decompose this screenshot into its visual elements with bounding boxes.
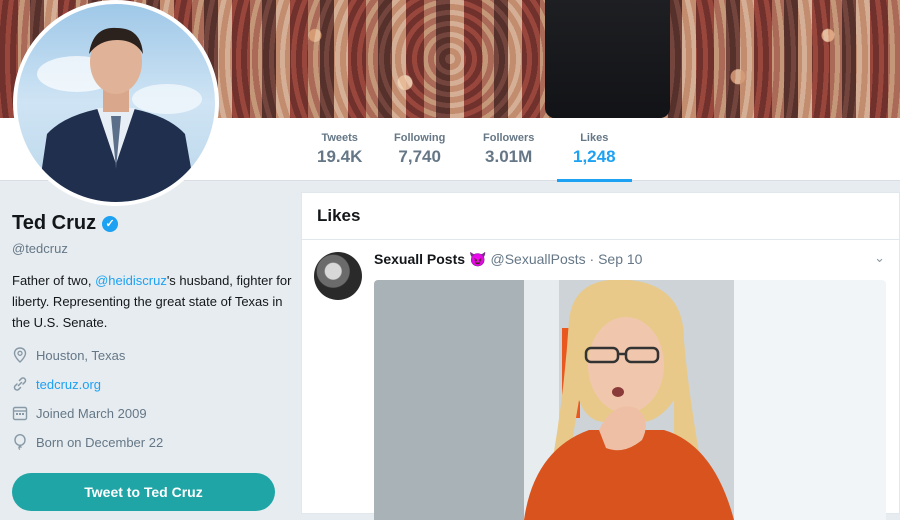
tweet-date[interactable]: Sep 10	[598, 251, 642, 267]
verified-icon: ✓	[102, 215, 119, 232]
location-row: Houston, Texas	[12, 345, 292, 365]
name-row: Ted Cruz ✓	[12, 212, 292, 235]
media-figure	[524, 280, 734, 520]
joined-text: Joined March 2009	[36, 405, 147, 421]
location-text: Houston, Texas	[36, 347, 126, 363]
joined-row: Joined March 2009	[12, 403, 292, 423]
chevron-down-icon[interactable]: ⌄	[874, 250, 885, 266]
profile-bio: Father of two, @heidiscruz's husband, fi…	[12, 270, 292, 333]
link-icon	[12, 376, 28, 392]
profile-avatar[interactable]	[13, 0, 219, 206]
tweet-separator: ·	[585, 251, 599, 267]
tweet-to-button[interactable]: Tweet to Ted Cruz	[12, 473, 275, 511]
tweet-author-handle[interactable]: @SexuallPosts	[490, 251, 585, 267]
likes-timeline: Likes Sexuall Posts 😈 @SexuallPosts · Sep …	[301, 192, 900, 520]
website-link[interactable]: tedcruz.org	[36, 377, 101, 392]
location-icon	[12, 347, 28, 363]
bio-text-prefix: Father of two,	[12, 273, 96, 288]
stat-followers-label: Followers	[483, 132, 535, 144]
profile-handle[interactable]: @tedcruz	[12, 241, 292, 256]
website-row: tedcruz.org	[12, 374, 292, 394]
tweet-author-avatar[interactable]	[314, 252, 362, 300]
tweet-author-name[interactable]: Sexuall Posts	[374, 251, 465, 267]
banner-speaker-figure	[545, 0, 670, 118]
stat-tweets-label: Tweets	[321, 132, 358, 144]
balloon-icon	[12, 434, 28, 450]
tweet-media-image[interactable]	[374, 280, 886, 520]
devil-emoji-icon: 😈	[469, 251, 487, 267]
stat-following-value: 7,740	[398, 147, 441, 166]
stat-following-label: Following	[394, 132, 446, 144]
tweet-item[interactable]: Sexuall Posts 😈 @SexuallPosts · Sep 10 ⌄	[302, 240, 899, 520]
profile-name[interactable]: Ted Cruz	[12, 212, 96, 235]
calendar-icon	[12, 405, 28, 421]
stat-likes[interactable]: Likes 1,248	[557, 132, 631, 182]
profile-card: Ted Cruz ✓ @tedcruz Father of two, @heid…	[12, 212, 292, 452]
born-text: Born on December 22	[36, 434, 164, 450]
stat-likes-label: Likes	[580, 132, 609, 144]
stat-tweets[interactable]: Tweets 19.4K	[317, 132, 362, 167]
stat-following[interactable]: Following 7,740	[394, 132, 445, 167]
tweet-header: Sexuall Posts 😈 @SexuallPosts · Sep 10	[374, 251, 642, 268]
stat-likes-value: 1,248	[573, 147, 616, 166]
timeline-title: Likes	[302, 193, 899, 240]
born-row: Born on December 22	[12, 432, 292, 452]
avatar-portrait	[37, 27, 202, 202]
bio-mention-link[interactable]: @heidiscruz	[95, 273, 167, 288]
stat-followers[interactable]: Followers 3.01M	[483, 132, 534, 167]
stat-tweets-value: 19.4K	[317, 147, 363, 166]
stat-followers-value: 3.01M	[485, 147, 533, 166]
